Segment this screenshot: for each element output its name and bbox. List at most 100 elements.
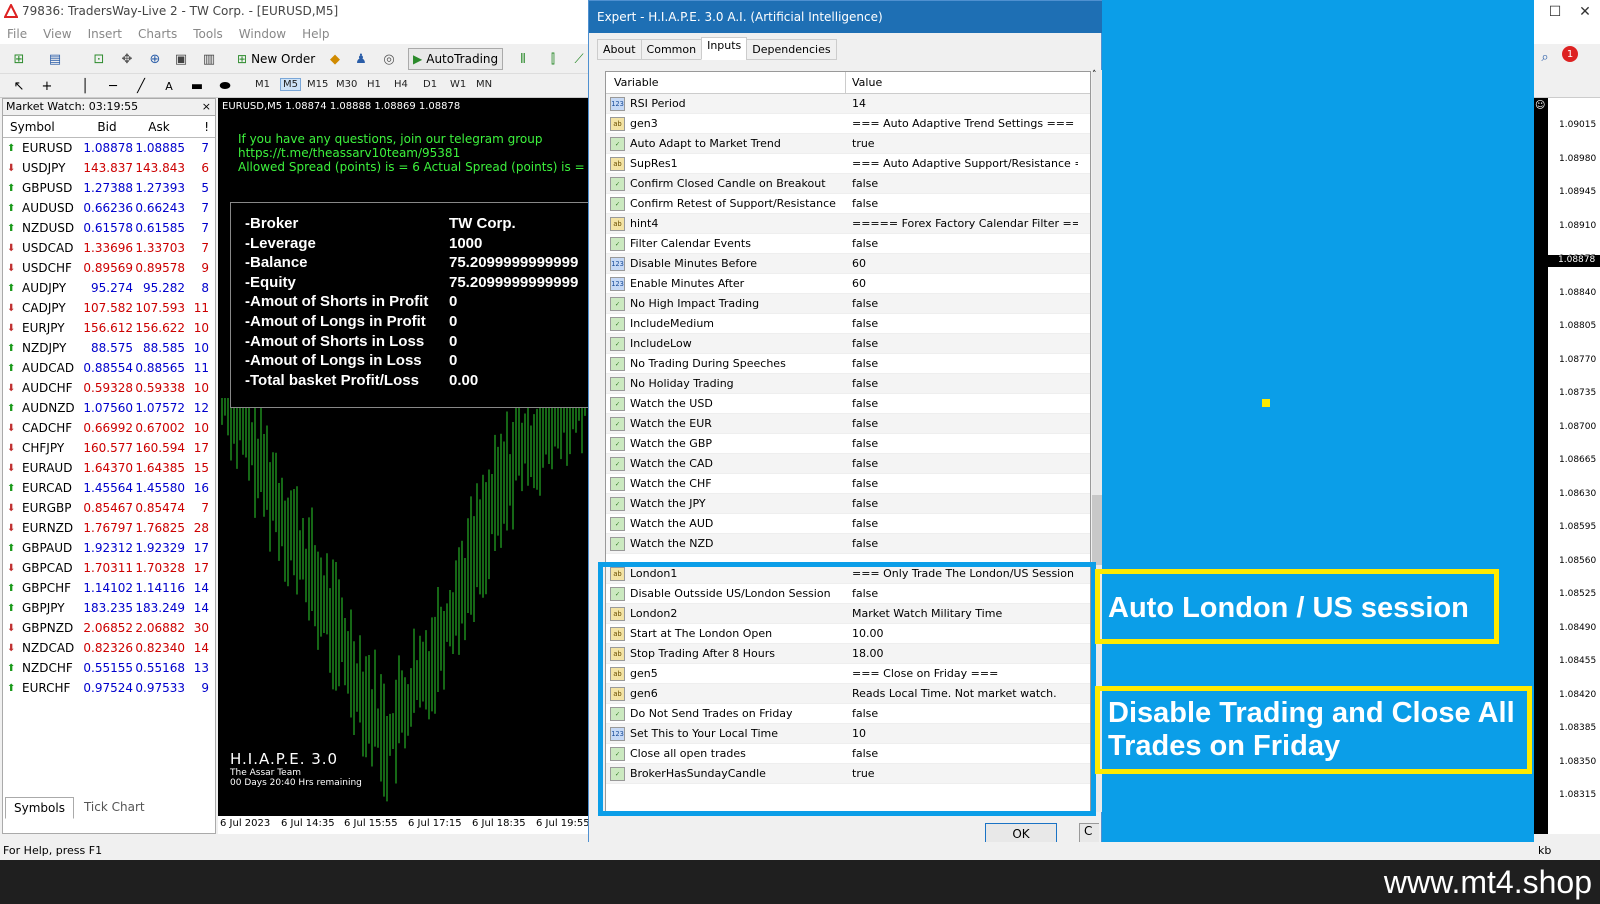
market-watch-row[interactable]: ⬇ EURGBP 0.85467 0.85474 7 [3, 498, 215, 518]
tab-dependencies[interactable]: Dependencies [746, 39, 837, 60]
input-row[interactable]: ab SupRes1 === Auto Adaptive Support/Resis… [606, 154, 1090, 174]
telegram-link[interactable]: https://t.me/theassarv10team/95381 [238, 146, 588, 160]
tf-mn[interactable]: MN [476, 79, 492, 90]
input-value[interactable]: false [846, 197, 1078, 210]
input-value[interactable]: false [846, 417, 1078, 430]
input-row[interactable]: ✓ Watch the NZD false [606, 534, 1090, 554]
tf-m30[interactable]: M30 [336, 79, 357, 90]
line-chart-icon[interactable]: ⟋ [570, 50, 588, 68]
input-row[interactable]: ✓ Watch the JPY false [606, 494, 1090, 514]
candlestick-icon[interactable]: ⫿ [544, 50, 562, 68]
new-order-button[interactable]: ⊞ New Order [236, 48, 316, 70]
market-watch-row[interactable]: ⬇ EURJPY 156.612 156.622 10 [3, 318, 215, 338]
tf-m1[interactable]: M1 [255, 79, 270, 90]
market-watch-row[interactable]: ⬇ EURNZD 1.76797 1.76825 28 [3, 518, 215, 538]
market-watch-row[interactable]: ⬇ EURAUD 1.64370 1.64385 15 [3, 458, 215, 478]
bar-chart-icon[interactable]: ⫴ [514, 50, 532, 68]
market-watch-row[interactable]: ⬆ NZDUSD 0.61578 0.61585 7 [3, 218, 215, 238]
tf-d1[interactable]: D1 [423, 79, 437, 90]
input-value[interactable]: false [846, 237, 1078, 250]
menu-charts[interactable]: Charts [138, 27, 177, 41]
input-row[interactable]: ✓ Confirm Closed Candle on Breakout false [606, 174, 1090, 194]
tf-m15[interactable]: M15 [307, 79, 328, 90]
text-tool-icon[interactable]: A [160, 77, 178, 95]
cancel-button[interactable]: C [1079, 823, 1099, 844]
meta-editor-icon[interactable]: ◆ [326, 50, 344, 68]
maximize-button[interactable]: ☐ [1540, 4, 1570, 20]
input-row[interactable]: ✓ IncludeMedium false [606, 314, 1090, 334]
col-ask[interactable]: Ask [133, 120, 185, 134]
input-value[interactable]: false [846, 537, 1078, 550]
input-value[interactable]: false [846, 357, 1078, 370]
close-button[interactable]: ✕ [1570, 4, 1600, 20]
terminal-icon[interactable]: ▣ [172, 50, 190, 68]
menu-view[interactable]: View [43, 27, 71, 41]
market-watch-close-button[interactable]: × [202, 100, 211, 113]
scrollbar-thumb[interactable] [1092, 495, 1102, 565]
input-value[interactable]: === Auto Adaptive Support/Resistance === [846, 157, 1078, 170]
rectangle-tool-icon[interactable]: ▬ [188, 77, 206, 95]
input-row[interactable]: ✓ Watch the CHF false [606, 474, 1090, 494]
data-window-icon[interactable]: ✥ [118, 50, 136, 68]
input-row[interactable]: ✓ Watch the GBP false [606, 434, 1090, 454]
input-value[interactable]: ===== Forex Factory Calendar Filter ====… [846, 217, 1078, 230]
tab-symbols[interactable]: Symbols [5, 797, 74, 819]
input-value[interactable]: false [846, 397, 1078, 410]
market-watch-row[interactable]: ⬆ NZDJPY 88.575 88.585 10 [3, 338, 215, 358]
input-value[interactable]: 60 [846, 277, 1078, 290]
horizontal-line-icon[interactable]: ─ [104, 77, 122, 95]
input-row[interactable]: ✓ Watch the CAD false [606, 454, 1090, 474]
market-watch-row[interactable]: ⬆ GBPAUD 1.92312 1.92329 17 [3, 538, 215, 558]
input-value[interactable]: false [846, 177, 1078, 190]
input-value[interactable]: true [846, 137, 1078, 150]
tf-m5[interactable]: M5 [280, 78, 301, 91]
market-watch-icon[interactable]: ⊡ [90, 50, 108, 68]
input-value[interactable]: false [846, 337, 1078, 350]
input-row[interactable]: ✓ IncludeLow false [606, 334, 1090, 354]
market-watch-row[interactable]: ⬇ GBPNZD 2.06852 2.06882 30 [3, 618, 215, 638]
input-row[interactable]: ✓ Watch the EUR false [606, 414, 1090, 434]
tf-h1[interactable]: H1 [367, 79, 381, 90]
input-row[interactable]: ✓ No Holiday Trading false [606, 374, 1090, 394]
input-value[interactable]: false [846, 297, 1078, 310]
cursor-icon[interactable]: ↖ [10, 77, 28, 95]
market-watch-row[interactable]: ⬆ GBPUSD 1.27388 1.27393 5 [3, 178, 215, 198]
market-watch-row[interactable]: ⬇ USDCHF 0.89569 0.89578 9 [3, 258, 215, 278]
market-watch-row[interactable]: ⬇ AUDCHF 0.59328 0.59338 10 [3, 378, 215, 398]
input-value[interactable]: 60 [846, 257, 1078, 270]
input-row[interactable]: 123 Disable Minutes Before 60 [606, 254, 1090, 274]
search-icon[interactable]: ⌕ [1536, 48, 1554, 66]
vps-icon[interactable]: ◎ [380, 50, 398, 68]
input-row[interactable]: ✓ Watch the USD false [606, 394, 1090, 414]
vertical-line-icon[interactable]: │ [76, 77, 94, 95]
market-watch-row[interactable]: ⬇ USDJPY 143.837 143.843 6 [3, 158, 215, 178]
tab-common[interactable]: Common [640, 39, 703, 60]
tf-h4[interactable]: H4 [394, 79, 408, 90]
menu-insert[interactable]: Insert [88, 27, 122, 41]
market-watch-row[interactable]: ⬇ CADCHF 0.66992 0.67002 10 [3, 418, 215, 438]
profiles-icon[interactable]: ▤ [46, 50, 64, 68]
notifications-icon[interactable]: 1 [1562, 46, 1578, 62]
autotrading-button[interactable]: ▶ AutoTrading [408, 48, 504, 70]
signals-icon[interactable]: ♟ [352, 50, 370, 68]
input-row[interactable]: ✓ Filter Calendar Events false [606, 234, 1090, 254]
menu-file[interactable]: File [7, 27, 27, 41]
new-chart-icon[interactable]: ⊞ [10, 50, 28, 68]
market-watch-row[interactable]: ⬆ AUDJPY 95.274 95.282 8 [3, 278, 215, 298]
menu-tools[interactable]: Tools [193, 27, 223, 41]
market-watch-row[interactable]: ⬇ NZDCAD 0.82326 0.82340 14 [3, 638, 215, 658]
ellipse-tool-icon[interactable]: ⬬ [216, 77, 234, 95]
market-watch-row[interactable]: ⬆ AUDNZD 1.07560 1.07572 12 [3, 398, 215, 418]
input-value[interactable]: false [846, 457, 1078, 470]
menu-window[interactable]: Window [239, 27, 286, 41]
input-value[interactable]: false [846, 377, 1078, 390]
market-watch-row[interactable]: ⬆ EURUSD 1.08878 1.08885 7 [3, 138, 215, 158]
input-value[interactable]: false [846, 477, 1078, 490]
market-watch-row[interactable]: ⬆ AUDUSD 0.66236 0.66243 7 [3, 198, 215, 218]
market-watch-row[interactable]: ⬇ CADJPY 107.582 107.593 11 [3, 298, 215, 318]
tab-inputs[interactable]: Inputs [701, 37, 748, 60]
input-value[interactable]: false [846, 317, 1078, 330]
col-value[interactable]: Value [846, 76, 882, 89]
col-bid[interactable]: Bid [81, 120, 133, 134]
trendline-icon[interactable]: ╱ [132, 77, 150, 95]
